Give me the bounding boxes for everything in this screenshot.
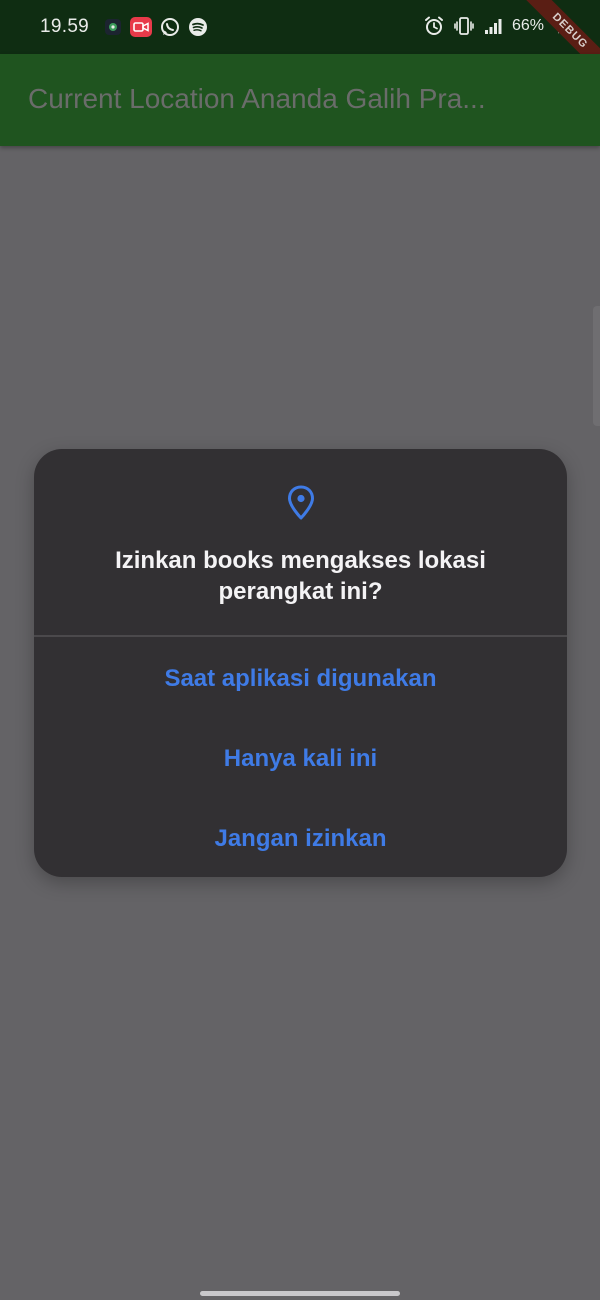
alarm-icon bbox=[424, 16, 444, 36]
deny-button[interactable]: Jangan izinkan bbox=[34, 825, 567, 853]
vibrate-icon bbox=[454, 16, 474, 36]
dialog-divider bbox=[34, 635, 567, 637]
status-time: 19.59 bbox=[40, 16, 90, 37]
status-icons-right: 66% bbox=[424, 16, 564, 36]
video-record-icon bbox=[130, 17, 152, 37]
status-bar: 19.59 66% DEBUG bbox=[0, 0, 600, 80]
app-badge-icon bbox=[104, 18, 122, 36]
page-title: Current Location Ananda Galih Pra... bbox=[28, 83, 486, 114]
whatsapp-icon bbox=[160, 17, 180, 37]
location-pin-icon bbox=[286, 485, 316, 521]
home-indicator[interactable] bbox=[200, 1291, 400, 1296]
status-icons-left bbox=[104, 17, 208, 37]
scroll-indicator[interactable] bbox=[593, 306, 600, 426]
battery-percentage: 66% bbox=[511, 17, 544, 34]
dialog-title: Izinkan books mengakses lokasi perangkat… bbox=[115, 547, 486, 605]
allow-only-this-time-button[interactable]: Hanya kali ini bbox=[34, 745, 567, 773]
spotify-icon bbox=[188, 17, 208, 37]
signal-icon bbox=[484, 17, 502, 35]
app-bar: Current Location Ananda Galih Pra... bbox=[0, 54, 600, 146]
location-permission-dialog: Izinkan books mengakses lokasi perangkat… bbox=[34, 449, 567, 877]
allow-while-using-button[interactable]: Saat aplikasi digunakan bbox=[34, 665, 567, 693]
